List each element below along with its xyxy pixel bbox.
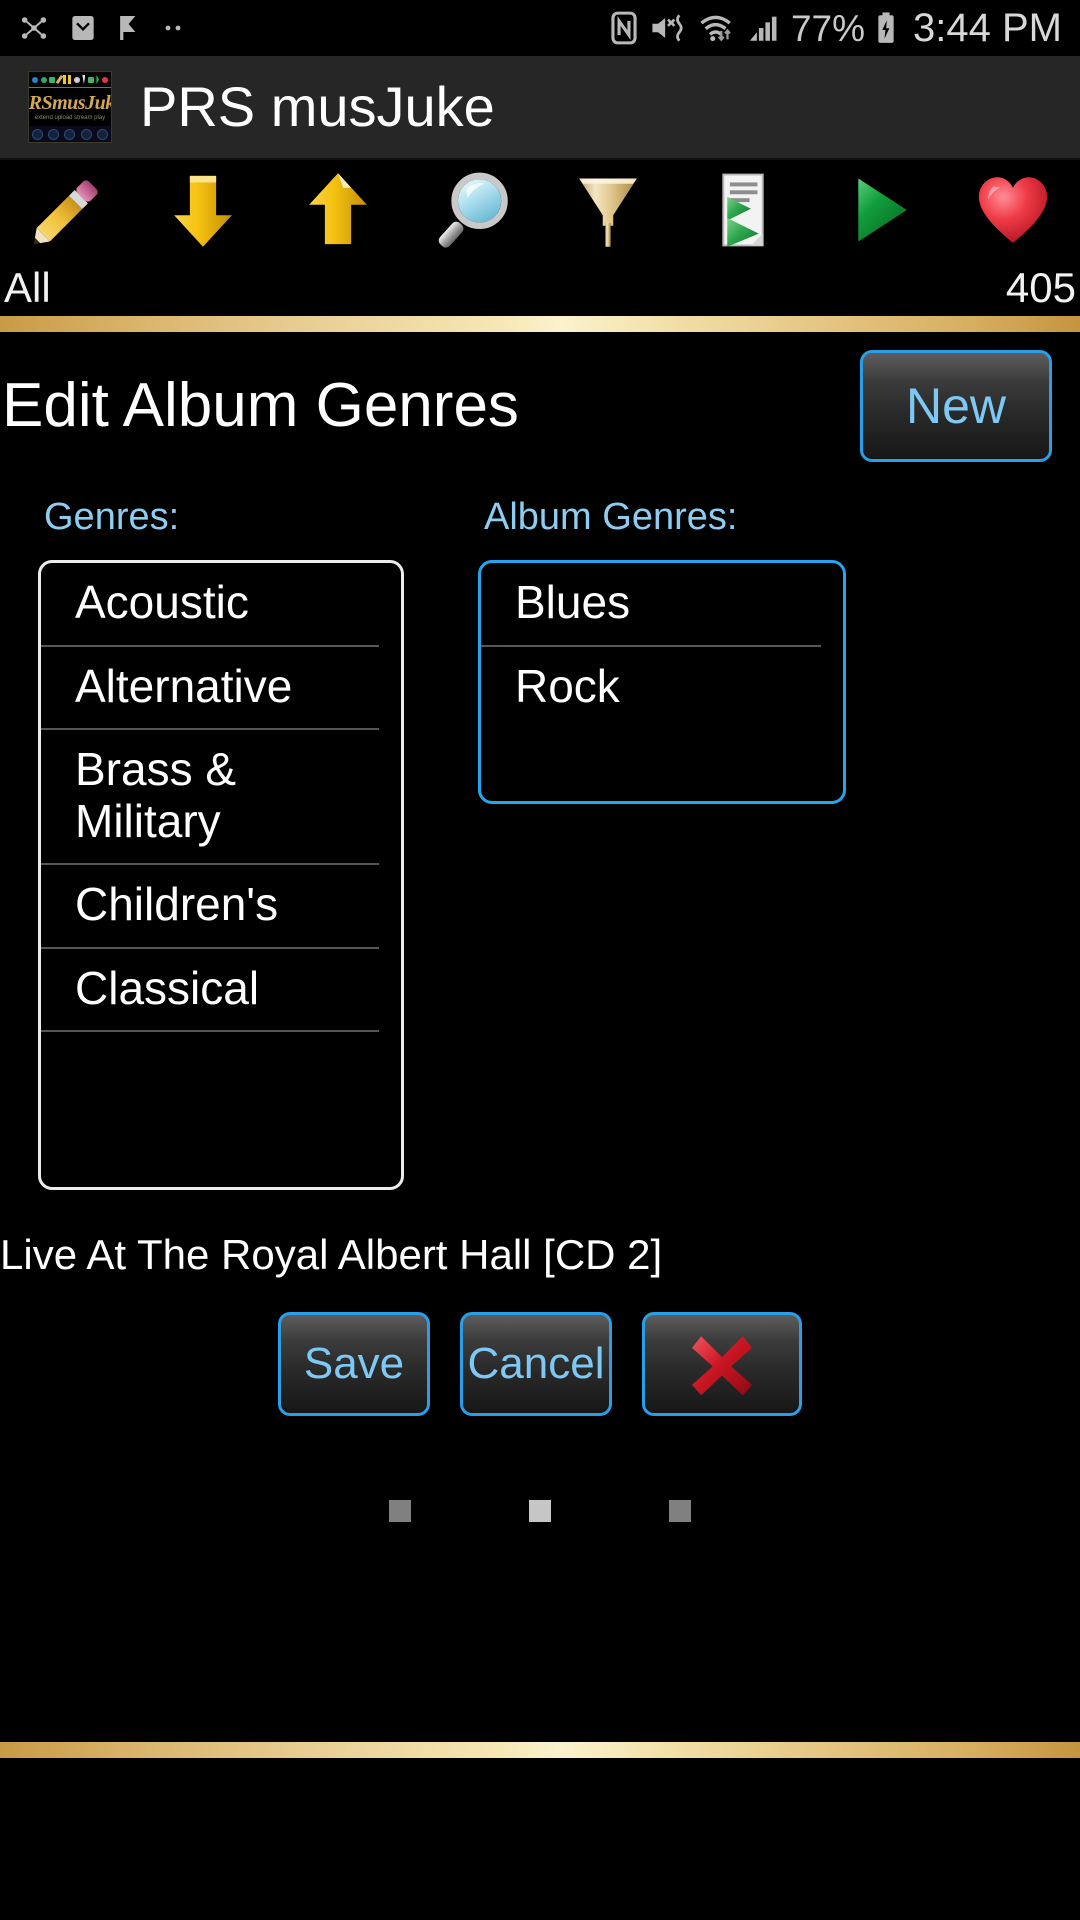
list-item[interactable]: Classical [41, 949, 379, 1033]
logo-prev-button-icon [48, 128, 60, 140]
list-item[interactable]: Alternative [41, 647, 379, 731]
logo-tagline-text: extend upload stream play [34, 114, 106, 121]
logo-volume-button-icon [31, 128, 43, 140]
app-title-bar: PRSmusJuke extend upload stream play PRS… [0, 56, 1080, 160]
list-item[interactable]: Blues [481, 563, 821, 647]
page-indicator [0, 1500, 1080, 1522]
filter-funnel-icon[interactable] [540, 160, 675, 260]
mute-vibrate-icon [649, 11, 687, 45]
gold-divider-bottom [0, 1742, 1080, 1758]
nfc-icon [609, 11, 639, 45]
logo-funnel-bar [82, 75, 86, 84]
app-title: PRS musJuke [140, 75, 495, 138]
logo-player-buttons [29, 126, 111, 142]
main-toolbar [0, 160, 1080, 260]
edit-pencil-icon[interactable] [0, 160, 135, 260]
list-item[interactable]: Children's [41, 865, 379, 949]
column-labels-row: Genres: Album Genres: [0, 462, 1080, 536]
battery-percent-label: 77% [790, 7, 866, 49]
logo-play-button-icon [80, 128, 92, 140]
genre-lists-row: Acoustic Alternative Brass & Military Ch… [0, 536, 1080, 1190]
app-logo: PRSmusJuke extend upload stream play [28, 71, 112, 143]
status-bar: 77% 3:44 PM [0, 0, 1080, 56]
logo-wordmark: PRSmusJuke extend upload stream play [29, 88, 111, 126]
filter-scope-row: All 405 [0, 260, 1080, 316]
gold-divider-top [0, 316, 1080, 332]
album-genres-list[interactable]: Blues Rock [478, 560, 846, 804]
page-dot-3[interactable] [669, 1500, 691, 1522]
filter-scope-label[interactable]: All [4, 267, 51, 309]
album-name-label: Live At The Royal Albert Hall [CD 2] [0, 1231, 663, 1278]
playlist-document-icon[interactable] [675, 160, 810, 260]
list-item[interactable]: Acoustic [41, 563, 379, 647]
logo-stop-button-icon [64, 128, 76, 140]
logo-heart-dot [101, 76, 108, 83]
save-button[interactable]: Save [278, 1312, 430, 1416]
logo-icon-strip [29, 72, 111, 87]
wifi-icon [697, 11, 737, 45]
email-icon [68, 12, 98, 44]
list-item[interactable]: Rock [481, 647, 821, 729]
cellular-signal-icon [747, 11, 781, 45]
battery-charging-icon [875, 11, 897, 45]
genres-column-label-wrap: Genres: [0, 498, 440, 536]
list-item[interactable]: Brass & Military [41, 730, 379, 866]
logo-info-dot [32, 76, 39, 83]
favorite-heart-icon[interactable] [945, 160, 1080, 260]
logo-next-button-icon [97, 128, 109, 140]
play-triangle-icon[interactable] [810, 160, 945, 260]
action-button-row: Save Cancel [0, 1312, 1080, 1416]
check-flag-icon [116, 12, 144, 44]
bluetooth-share-icon [18, 12, 50, 44]
cancel-button[interactable]: Cancel [460, 1312, 612, 1416]
item-count-label: 405 [1005, 264, 1076, 311]
logo-export-dot [49, 76, 56, 83]
status-bar-left-icons [18, 12, 609, 44]
page-title: Edit Album Genres [2, 371, 519, 440]
red-x-delete-icon [691, 1336, 753, 1396]
logo-down-bar [68, 75, 72, 84]
genres-column-label: Genres: [44, 496, 180, 538]
album-genres-column-label: Album Genres: [484, 496, 738, 538]
album-genres-column-label-wrap: Album Genres: [440, 498, 737, 536]
logo-brand-text: PRSmusJuke [28, 91, 111, 114]
genres-list[interactable]: Acoustic Alternative Brass & Military Ch… [38, 560, 404, 1190]
status-bar-right-icons: 77% 3:44 PM [609, 8, 1062, 48]
logo-doc-dot [87, 76, 94, 83]
upload-arrow-icon[interactable] [270, 160, 405, 260]
page-dot-2[interactable] [529, 1500, 551, 1522]
screen-header-row: Edit Album Genres New [0, 332, 1080, 462]
search-magnifier-icon[interactable] [405, 160, 540, 260]
logo-refresh-dot [40, 76, 47, 83]
new-genre-button[interactable]: New [860, 350, 1052, 462]
clock-label: 3:44 PM [913, 6, 1062, 50]
logo-search-dot [73, 76, 80, 83]
more-dots-icon [162, 23, 188, 33]
edit-album-genres-screen: Edit Album Genres New Genres: Album Genr… [0, 332, 1080, 1758]
download-arrow-icon[interactable] [135, 160, 270, 260]
logo-pencil-bar [55, 74, 63, 85]
page-dot-1[interactable] [389, 1500, 411, 1522]
logo-play-bar [96, 75, 100, 84]
delete-button[interactable] [642, 1312, 802, 1416]
